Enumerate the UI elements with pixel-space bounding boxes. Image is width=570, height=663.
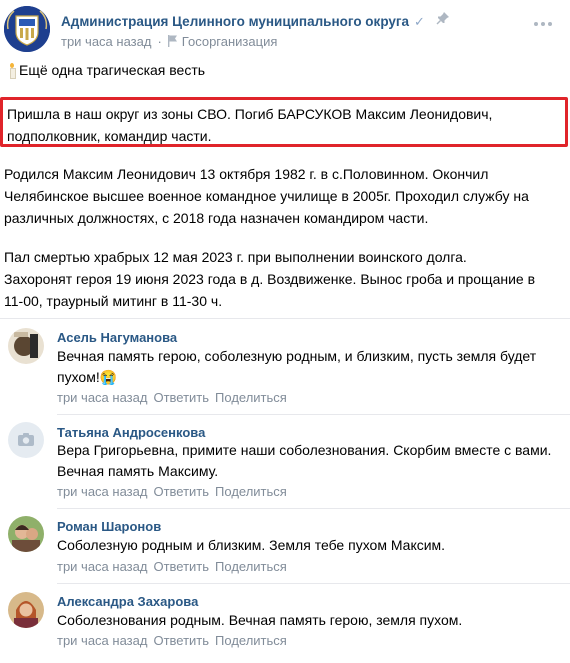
comment-actions: три часа назад Ответить Поделиться: [57, 633, 287, 648]
share-button[interactable]: Поделиться: [215, 390, 287, 405]
comment-line: пухом!😭: [57, 369, 118, 385]
comment-separator: [57, 508, 570, 509]
comment-author[interactable]: Александра Захарова: [57, 594, 198, 609]
reply-button[interactable]: Ответить: [153, 390, 209, 405]
post-paragraph-funeral: Пал смертью храбрых 12 мая 2023 г. при в…: [4, 246, 564, 312]
post-paragraph-biography: Родился Максим Леонидович 13 октября 198…: [4, 163, 564, 229]
comment-line: Соболезную родным и близким. Земля тебе …: [57, 537, 446, 553]
paragraph-line: Челябинское высшее военное командное учи…: [4, 188, 529, 204]
paragraph-line: Пал смертью храбрых 12 мая 2023 г. при в…: [4, 249, 467, 265]
post-intro: Ещё одна трагическая весть: [8, 62, 206, 79]
comment-text: Вечная память герою, соболезную родным, …: [57, 346, 536, 388]
comment-time[interactable]: три часа назад: [57, 633, 147, 648]
group-avatar[interactable]: [4, 6, 50, 52]
comment-actions: три часа назад Ответить Поделиться: [57, 484, 287, 499]
paragraph-line: Захоронят героя 19 июня 2023 года в д. В…: [4, 271, 536, 287]
highlight-line: подполковник, командир части.: [7, 128, 212, 144]
comment-line: Вечная память Максиму.: [57, 463, 219, 479]
pin-icon: [436, 11, 450, 28]
paragraph-line: различных должностях, с 2018 года назнач…: [4, 210, 429, 226]
share-button[interactable]: Поделиться: [215, 633, 287, 648]
intro-text: Ещё одна трагическая весть: [19, 62, 206, 78]
comment-time[interactable]: три часа назад: [57, 559, 147, 574]
comment-time[interactable]: три часа назад: [57, 484, 147, 499]
meta-separator: ·: [157, 34, 162, 49]
comment-actions: три часа назад Ответить Поделиться: [57, 390, 287, 405]
comment-text: Соболезнования родным. Вечная память гер…: [57, 610, 462, 631]
comment-author[interactable]: Роман Шаронов: [57, 519, 161, 534]
share-button[interactable]: Поделиться: [215, 484, 287, 499]
highlighted-paragraph: Пришла в наш округ из зоны СВО. Погиб БА…: [0, 97, 568, 147]
comment-separator: [57, 414, 570, 415]
comment-line: Вера Григорьевна, примите наши соболезно…: [57, 442, 552, 458]
paragraph-line: Родился Максим Леонидович 13 октября 198…: [4, 166, 489, 182]
avatar[interactable]: [8, 592, 44, 628]
comment-text: Соболезную родным и близким. Земля тебе …: [57, 535, 445, 556]
post-category[interactable]: Госорганизация: [182, 34, 278, 49]
reply-button[interactable]: Ответить: [153, 633, 209, 648]
check-icon: ✓: [414, 14, 425, 29]
comment-separator: [57, 583, 570, 584]
avatar[interactable]: [8, 422, 44, 458]
comments-divider: [0, 318, 570, 319]
comment-author[interactable]: Татьяна Андросенкова: [57, 425, 205, 440]
avatar[interactable]: [8, 516, 44, 552]
reply-button[interactable]: Ответить: [153, 484, 209, 499]
flag-icon: [167, 35, 178, 50]
comment-time[interactable]: три часа назад: [57, 390, 147, 405]
comment-line: Соболезнования родным. Вечная память гер…: [57, 612, 463, 628]
candle-icon: [8, 63, 16, 79]
group-name-text[interactable]: Администрация Целинного муниципального о…: [61, 14, 409, 29]
post-time[interactable]: три часа назад: [61, 34, 151, 49]
avatar[interactable]: [8, 328, 44, 364]
post-meta: три часа назад · Госорганизация: [61, 34, 277, 50]
comment-actions: три часа назад Ответить Поделиться: [57, 559, 287, 574]
paragraph-line: 11-00, траурный митинг в 11-30 ч.: [4, 293, 223, 309]
comment-text: Вера Григорьевна, примите наши соболезно…: [57, 440, 551, 482]
reply-button[interactable]: Ответить: [153, 559, 209, 574]
post-header: Администрация Целинного муниципального о…: [4, 6, 566, 54]
share-button[interactable]: Поделиться: [215, 559, 287, 574]
highlight-line: Пришла в наш округ из зоны СВО. Погиб БА…: [7, 106, 493, 122]
comment-author[interactable]: Асель Нагуманова: [57, 330, 177, 345]
more-dots-icon[interactable]: [534, 22, 552, 26]
comment-line: Вечная память герою, соболезную родным, …: [57, 348, 537, 364]
group-name[interactable]: Администрация Целинного муниципального о…: [61, 14, 425, 30]
